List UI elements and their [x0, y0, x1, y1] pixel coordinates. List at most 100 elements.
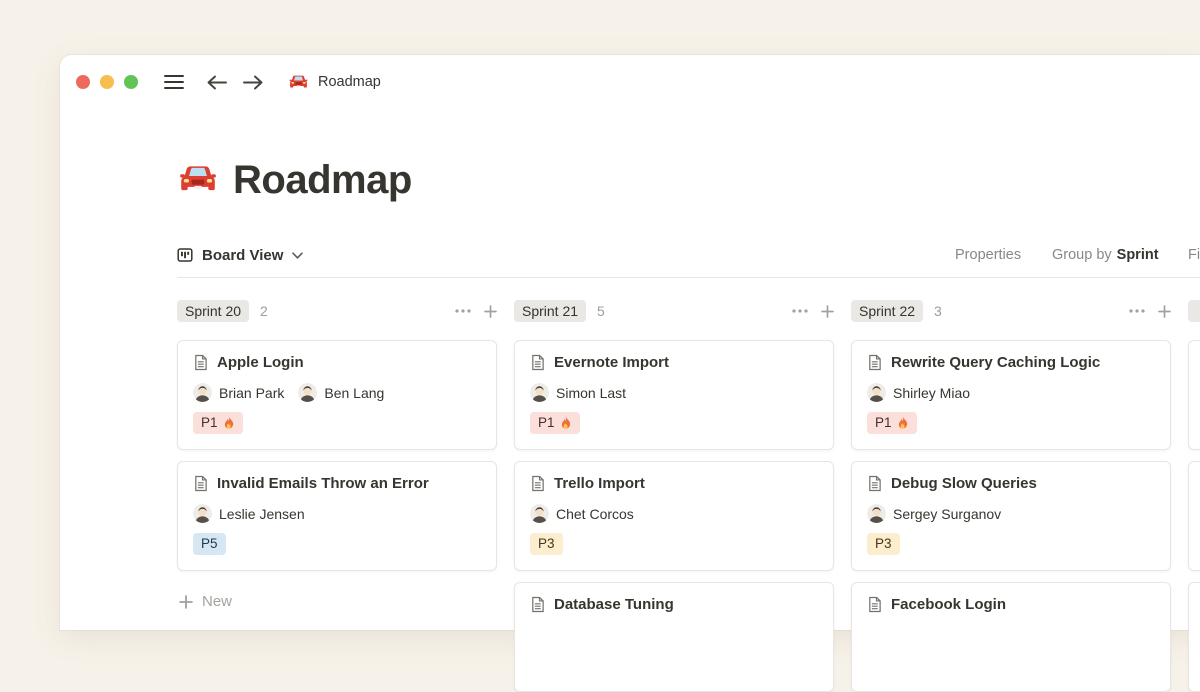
plus-icon[interactable] [484, 305, 497, 318]
card-title: Trello Import [554, 475, 645, 492]
breadcrumb[interactable]: Roadmap [288, 72, 381, 93]
board-icon [177, 247, 193, 263]
assignee-name: Simon Last [556, 385, 626, 401]
card-title: Rewrite Query Caching Logic [891, 354, 1100, 371]
card[interactable] [1188, 461, 1200, 571]
group-by-button[interactable]: Group by Sprint [1052, 237, 1159, 273]
zoom-window-button[interactable] [124, 75, 138, 89]
column-header [1188, 298, 1200, 324]
avatar [298, 383, 317, 402]
card-title: Apple Login [217, 354, 304, 371]
plus-icon [179, 595, 193, 609]
priority-badge: P1 [867, 412, 917, 434]
card-debug-slow-queries[interactable]: Debug Slow Queries Sergey Surganov P3 [851, 461, 1171, 571]
app-window: Roadmap Roadmap Board View Properties Gr… [60, 55, 1200, 630]
card-database-tuning[interactable]: Database Tuning [514, 582, 834, 692]
page-title-text: Roadmap [233, 158, 412, 203]
column-count: 3 [934, 303, 942, 319]
priority-badge: P3 [530, 533, 563, 555]
column-header: Sprint 20 2 [177, 298, 497, 324]
column-cards: Rewrite Query Caching Logic Shirley Miao… [851, 340, 1171, 692]
card-title: Invalid Emails Throw an Error [217, 475, 429, 492]
fire-icon [560, 416, 572, 430]
car-icon [288, 72, 309, 93]
toolbar-divider [177, 277, 1200, 278]
column-cards: Evernote Import Simon Last P1 [514, 340, 834, 692]
avatar [867, 504, 886, 523]
properties-button[interactable]: Properties [955, 237, 1021, 273]
car-icon [177, 159, 219, 201]
assignee: Shirley Miao [867, 383, 970, 402]
group-by-label: Group by [1052, 247, 1112, 263]
assignee-name: Sergey Surganov [893, 506, 1001, 522]
page-icon [193, 475, 208, 492]
avatar [867, 383, 886, 402]
new-card-button[interactable]: New [177, 589, 497, 614]
window-chrome: Roadmap [60, 55, 1200, 109]
column-label-pill[interactable]: Sprint 22 [851, 300, 923, 322]
ellipsis-icon[interactable] [455, 309, 471, 313]
assignee-name: Chet Corcos [556, 506, 634, 522]
card-title: Debug Slow Queries [891, 475, 1037, 492]
page-icon [867, 475, 882, 492]
plus-icon[interactable] [821, 305, 834, 318]
priority-badge: P3 [867, 533, 900, 555]
page-icon [867, 354, 882, 371]
page-icon [530, 596, 545, 613]
card-trello-import[interactable]: Trello Import Chet Corcos P3 [514, 461, 834, 571]
column-cards: Apple Login Brian Park Ben Lang [177, 340, 497, 614]
priority-badge: P5 [193, 533, 226, 555]
filter-button[interactable]: Filter [1188, 237, 1200, 273]
close-window-button[interactable] [76, 75, 90, 89]
card-rewrite-query-caching[interactable]: Rewrite Query Caching Logic Shirley Miao… [851, 340, 1171, 450]
view-switcher-board-view[interactable]: Board View [177, 237, 303, 273]
avatar [530, 383, 549, 402]
card[interactable] [1188, 582, 1200, 692]
column-label-pill[interactable] [1188, 300, 1200, 322]
breadcrumb-title: Roadmap [318, 74, 381, 90]
assignee-name: Brian Park [219, 385, 284, 401]
assignee-name: Ben Lang [324, 385, 384, 401]
ellipsis-icon[interactable] [1129, 309, 1145, 313]
fire-icon [897, 416, 909, 430]
avatar [193, 504, 212, 523]
forward-arrow-icon[interactable] [242, 74, 264, 91]
assignee: Brian Park [193, 383, 284, 402]
card-evernote-import[interactable]: Evernote Import Simon Last P1 [514, 340, 834, 450]
column-count: 2 [260, 303, 268, 319]
fire-icon [223, 416, 235, 430]
ellipsis-icon[interactable] [792, 309, 808, 313]
page-title: Roadmap [177, 154, 412, 206]
assignee: Ben Lang [298, 383, 384, 402]
kanban-board: Sprint 20 2 Apple Login Brian [177, 295, 1200, 630]
column-label-pill[interactable]: Sprint 21 [514, 300, 586, 322]
card-facebook-login[interactable]: Facebook Login [851, 582, 1171, 692]
minimize-window-button[interactable] [100, 75, 114, 89]
page-icon [530, 354, 545, 371]
card-apple-login[interactable]: Apple Login Brian Park Ben Lang [177, 340, 497, 450]
page-icon [867, 596, 882, 613]
chevron-down-icon [292, 252, 303, 259]
priority-badge: P1 [193, 412, 243, 434]
assignee-name: Leslie Jensen [219, 506, 305, 522]
priority-badge: P1 [530, 412, 580, 434]
column-header: Sprint 22 3 [851, 298, 1171, 324]
assignee: Sergey Surganov [867, 504, 1001, 523]
new-card-label: New [202, 593, 232, 610]
plus-icon[interactable] [1158, 305, 1171, 318]
card[interactable] [1188, 340, 1200, 450]
card-invalid-emails[interactable]: Invalid Emails Throw an Error Leslie Jen… [177, 461, 497, 571]
assignee-name: Shirley Miao [893, 385, 970, 401]
avatar [530, 504, 549, 523]
assignee: Leslie Jensen [193, 504, 305, 523]
back-arrow-icon[interactable] [206, 74, 228, 91]
card-title: Facebook Login [891, 596, 1006, 613]
properties-label: Properties [955, 247, 1021, 263]
view-switcher-label: Board View [202, 247, 283, 264]
menu-icon[interactable] [164, 74, 184, 90]
filter-label: Filter [1188, 247, 1200, 263]
page-icon [193, 354, 208, 371]
column-cards [1188, 340, 1200, 692]
column-label-pill[interactable]: Sprint 20 [177, 300, 249, 322]
card-title: Evernote Import [554, 354, 669, 371]
